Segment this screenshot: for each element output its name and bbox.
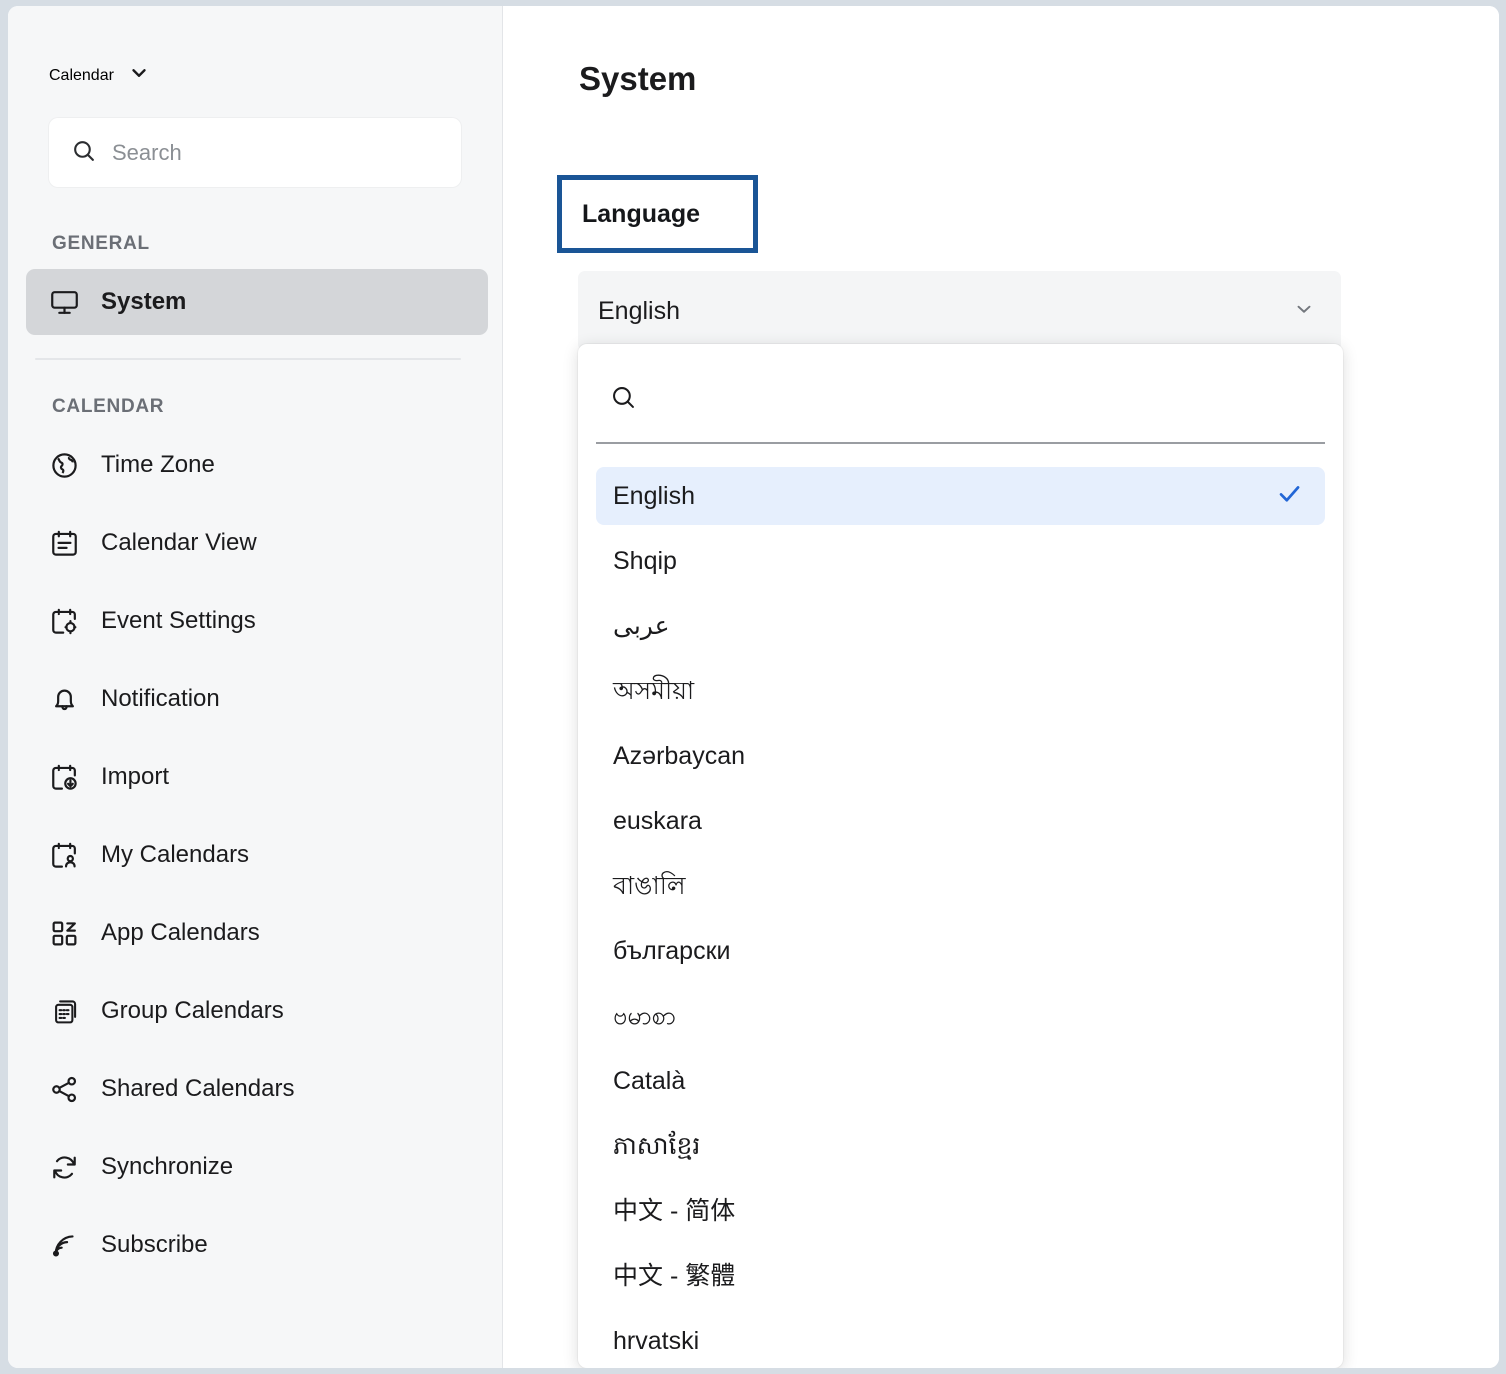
chevron-down-icon[interactable] [128, 62, 150, 89]
sidebar-item-app-calendars[interactable]: App Calendars [26, 900, 488, 966]
language-option[interactable]: English [596, 467, 1325, 525]
sidebar-item-shared-calendars[interactable]: Shared Calendars [26, 1056, 488, 1122]
search-icon [610, 384, 637, 416]
sidebar-item-calendar-view[interactable]: Calendar View [26, 510, 488, 576]
sidebar-item-label: Group Calendars [101, 997, 284, 1025]
calendar-download-icon [48, 761, 81, 794]
language-option[interactable]: ဗမာစာ [596, 987, 1325, 1045]
grid-apps-icon [48, 917, 81, 950]
language-option-label: Azərbaycan [613, 744, 745, 769]
sidebar-item-event-settings[interactable]: Event Settings [26, 588, 488, 654]
language-option-label: Shqip [613, 549, 677, 574]
sidebar-general-list: System [8, 269, 502, 335]
language-option[interactable]: Shqip [596, 532, 1325, 590]
language-option-label: English [613, 484, 695, 509]
sidebar-item-label: Time Zone [101, 451, 215, 479]
language-option-label: অসমীয়া [613, 679, 694, 704]
dropdown-search-input[interactable] [649, 384, 1309, 428]
language-option[interactable]: অসমীয়া [596, 662, 1325, 720]
language-option[interactable]: عربى [596, 597, 1325, 655]
search-icon [71, 138, 96, 168]
language-option-label: euskara [613, 809, 702, 834]
language-option-label: hrvatski [613, 1329, 699, 1354]
sidebar-item-my-calendars[interactable]: My Calendars [26, 822, 488, 888]
language-option[interactable]: Azərbaycan [596, 727, 1325, 785]
calendar-stack-icon [48, 995, 81, 1028]
language-field-label-highlight: Language [557, 175, 758, 253]
language-option-label: ဗမာစာ [613, 1004, 676, 1029]
sidebar-item-label: Import [101, 763, 169, 791]
sidebar-title: Calendar [49, 67, 114, 85]
language-option[interactable]: 中文 - 简体 [596, 1182, 1325, 1240]
sidebar-item-import[interactable]: Import [26, 744, 488, 810]
sidebar-item-notification[interactable]: Notification [26, 666, 488, 732]
sidebar-item-label: Synchronize [101, 1153, 233, 1181]
language-option-label: Català [613, 1069, 685, 1094]
sidebar-calendar-list: Time Zone Calendar View Event Settings N… [8, 432, 502, 1278]
sidebar-section-general: GENERAL [8, 233, 502, 255]
globe-icon [48, 449, 81, 482]
language-option[interactable]: hrvatski [596, 1312, 1325, 1368]
sidebar-search-box[interactable] [49, 118, 461, 187]
chevron-down-icon[interactable] [1293, 298, 1315, 325]
sidebar-item-subscribe[interactable]: Subscribe [26, 1212, 488, 1278]
sidebar-item-label: Notification [101, 685, 220, 713]
language-option[interactable]: ភាសាខ្មែរ [596, 1117, 1325, 1175]
sidebar-item-system[interactable]: System [26, 269, 488, 335]
page-title: System [579, 60, 696, 98]
sidebar-item-time-zone[interactable]: Time Zone [26, 432, 488, 498]
language-option[interactable]: বাঙালি [596, 857, 1325, 915]
sidebar-item-label: Shared Calendars [101, 1075, 294, 1103]
language-option-label: ភាសាខ្មែរ [613, 1134, 700, 1159]
sidebar-item-label: Subscribe [101, 1231, 208, 1259]
language-field-label: Language [582, 200, 700, 229]
sidebar-header[interactable]: Calendar [8, 6, 502, 89]
sidebar-item-synchronize[interactable]: Synchronize [26, 1134, 488, 1200]
sync-refresh-icon [48, 1151, 81, 1184]
sidebar-item-label: My Calendars [101, 841, 249, 869]
language-option-list: English Shqip عربى অসমীয়া [596, 467, 1325, 1368]
sidebar-item-label: Event Settings [101, 607, 256, 635]
language-option[interactable]: Català [596, 1052, 1325, 1110]
calendar-gear-icon [48, 605, 81, 638]
calendar-lines-icon [48, 527, 81, 560]
sidebar-divider [35, 358, 461, 360]
monitor-icon [48, 286, 81, 319]
sidebar-item-label: Calendar View [101, 529, 257, 557]
language-option-label: বাঙালি [613, 874, 686, 899]
sidebar-item-group-calendars[interactable]: Group Calendars [26, 978, 488, 1044]
sidebar-section-calendar: CALENDAR [8, 396, 502, 418]
language-option[interactable]: euskara [596, 792, 1325, 850]
language-option-label: 中文 - 简体 [613, 1199, 735, 1224]
language-option[interactable]: български [596, 922, 1325, 980]
bell-icon [48, 683, 81, 716]
language-option-label: عربى [613, 614, 670, 639]
language-option-label: 中文 - 繁體 [613, 1264, 735, 1289]
sidebar-item-label: App Calendars [101, 919, 260, 947]
language-option-label: български [613, 939, 730, 964]
main-content: System Language English English [503, 6, 1499, 1368]
dropdown-search-box[interactable] [596, 384, 1325, 444]
language-option[interactable]: 中文 - 繁體 [596, 1247, 1325, 1305]
language-select-value: English [598, 297, 680, 326]
check-icon [1276, 480, 1303, 512]
app-window: Calendar GENERAL System CALENDAR [8, 6, 1499, 1368]
share-nodes-icon [48, 1073, 81, 1106]
rss-feed-icon [48, 1229, 81, 1262]
search-input[interactable] [112, 118, 439, 187]
sidebar-item-label: System [101, 288, 186, 316]
settings-sidebar: Calendar GENERAL System CALENDAR [8, 6, 503, 1368]
calendar-user-icon [48, 839, 81, 872]
language-select[interactable]: English [578, 271, 1341, 351]
language-dropdown-panel: English Shqip عربى অসমীয়া [578, 344, 1343, 1368]
